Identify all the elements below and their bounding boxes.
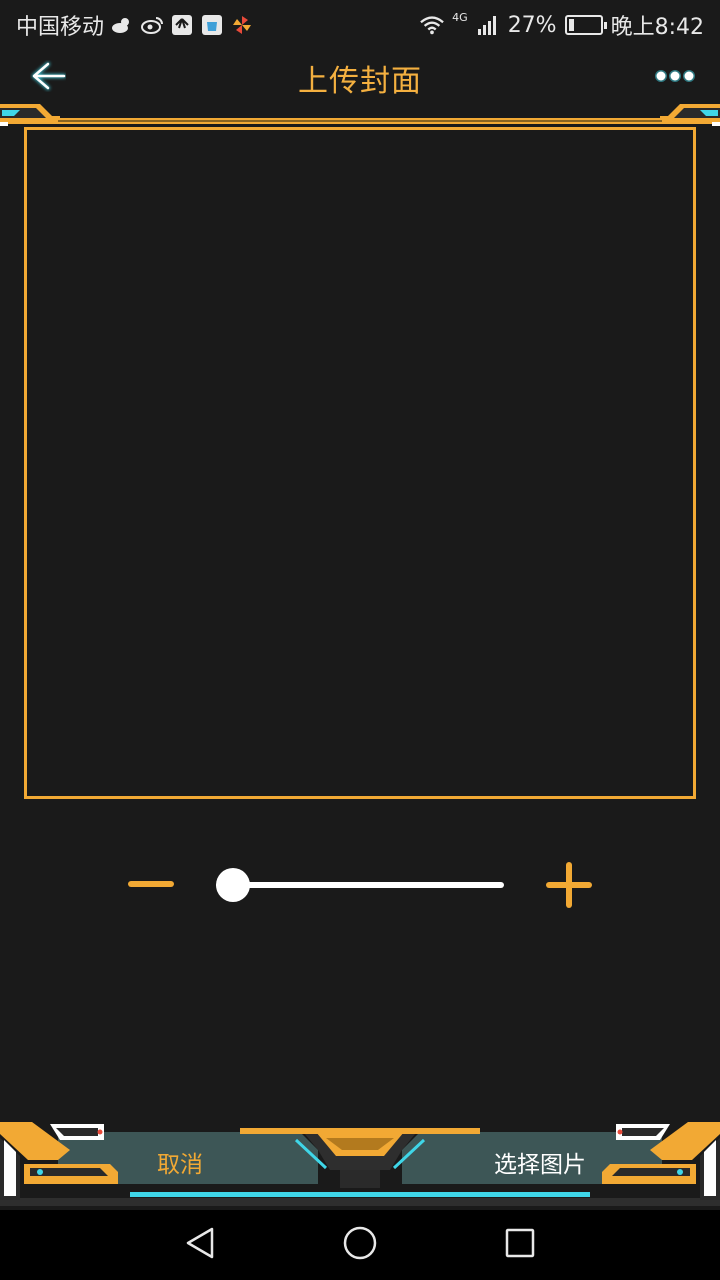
more-dots-icon bbox=[653, 68, 697, 88]
back-button[interactable] bbox=[26, 56, 70, 100]
more-button[interactable] bbox=[652, 58, 698, 98]
carrier-label: 中国移动 bbox=[16, 15, 105, 40]
huawei-icon bbox=[170, 13, 194, 37]
nav-back-triangle-icon bbox=[184, 1226, 216, 1264]
slider-track bbox=[216, 882, 504, 888]
action-bar: 取消 选择图片 bbox=[0, 1120, 720, 1210]
charging-plus-icon: + bbox=[576, 14, 591, 33]
slider-thumb[interactable] bbox=[216, 868, 251, 902]
page-title: 上传封面 bbox=[298, 64, 422, 99]
cloud-weather-icon bbox=[110, 13, 134, 37]
network-type-label: 4G bbox=[452, 11, 468, 24]
battery-charging-icon: + bbox=[564, 14, 607, 35]
header: 上传封面 bbox=[0, 50, 720, 106]
zoom-out-button[interactable] bbox=[124, 864, 178, 904]
status-right: 4G 27% + 晚上8:42 bbox=[420, 9, 704, 41]
nav-back-button[interactable] bbox=[180, 1225, 220, 1265]
wifi-icon bbox=[420, 13, 444, 37]
weibo-icon bbox=[140, 13, 164, 37]
minus-icon bbox=[128, 881, 174, 887]
nav-home-circle-icon bbox=[342, 1225, 378, 1265]
clock-label: 晚上8:42 bbox=[610, 15, 704, 40]
zoom-in-button[interactable] bbox=[542, 858, 596, 912]
signal-icon bbox=[476, 13, 500, 37]
nav-recents-button[interactable] bbox=[500, 1225, 540, 1265]
select-image-button[interactable]: 选择图片 bbox=[430, 1134, 650, 1190]
status-bar: 中国移动 4G 27% + 晚上8:42 bbox=[0, 0, 720, 50]
arrow-left-icon bbox=[30, 60, 66, 96]
status-left: 中国移动 bbox=[16, 9, 254, 41]
zoom-controls bbox=[0, 850, 720, 920]
system-nav-bar bbox=[0, 1210, 720, 1280]
frame-top-decoration bbox=[0, 104, 720, 126]
crop-area[interactable] bbox=[24, 127, 696, 799]
store-app-icon bbox=[200, 13, 224, 37]
battery-percent-label: 27% bbox=[507, 12, 557, 38]
cancel-button[interactable]: 取消 bbox=[70, 1134, 290, 1190]
nav-home-button[interactable] bbox=[340, 1225, 380, 1265]
zoom-slider[interactable] bbox=[216, 868, 504, 902]
pinwheel-icon bbox=[230, 13, 254, 37]
nav-recents-square-icon bbox=[504, 1227, 536, 1263]
